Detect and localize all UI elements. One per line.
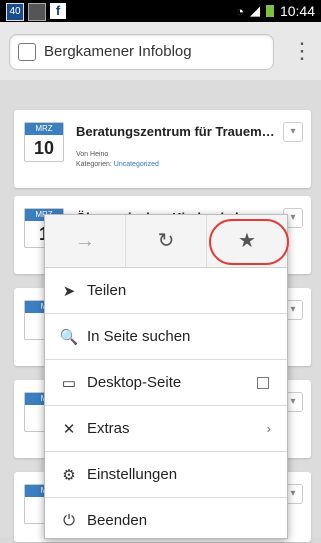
desktop-site-checkbox[interactable] [257,376,269,389]
status-bar: 40 f ◔ ◢ 10:44 [0,0,321,22]
clock: 10:44 [279,3,315,19]
menu-item-find-in-page[interactable]: 🔍 In Seite suchen [45,314,287,360]
notification-badge: 40 [6,3,24,21]
reload-icon: ↻ [157,230,175,252]
page-icon [18,43,36,61]
signal-icon: ◢ [249,3,260,18]
expand-icon[interactable]: ▾ [283,122,303,142]
gear-icon: ⚙ [62,466,76,484]
battery-icon [265,5,274,17]
post-title[interactable]: Beratungszentrum für Trauemd… [76,124,276,139]
forward-button[interactable]: → [45,215,126,267]
monitor-icon: ▭ [61,374,77,392]
share-icon: ➤ [62,282,76,300]
facebook-icon: f [50,3,66,19]
wifi-icon: ◔ [236,3,244,19]
menu-item-extras[interactable]: ✕ Extras › [45,406,287,452]
arrow-right-icon: → [75,230,95,252]
browser-menu: → ↻ ★ ➤ Teilen 🔍 In Seite suchen ▭ Deskt… [44,214,289,539]
chevron-right-icon: › [266,421,271,436]
power-icon: ⏻ [63,512,75,529]
search-icon: 🔍 [59,328,79,346]
url-field[interactable]: Bergkamener Infoblog [9,34,274,70]
tools-icon: ✕ [62,420,76,438]
overflow-menu-button[interactable]: ⋮ [291,36,313,66]
menu-item-quit[interactable]: ⏻ Beenden [45,498,287,543]
post-meta: Von Heino Kategorien: Uncategorized [76,151,159,168]
menu-item-settings[interactable]: ⚙ Einstellungen [45,452,287,498]
date-badge: MRZ 10 [24,122,64,162]
category-link[interactable]: Uncategorized [114,161,159,168]
image-icon [28,3,46,21]
browser-toolbar: Bergkamener Infoblog ⋮ [0,22,321,81]
post-card[interactable]: MRZ 10 Beratungszentrum für Trauemd… Von… [14,110,311,188]
menu-item-share[interactable]: ➤ Teilen [45,268,287,314]
page-title: Bergkamener Infoblog [44,43,192,60]
menu-item-desktop-site[interactable]: ▭ Desktop-Seite [45,360,287,406]
annotation-circle [209,219,289,265]
reload-button[interactable]: ↻ [126,215,207,267]
